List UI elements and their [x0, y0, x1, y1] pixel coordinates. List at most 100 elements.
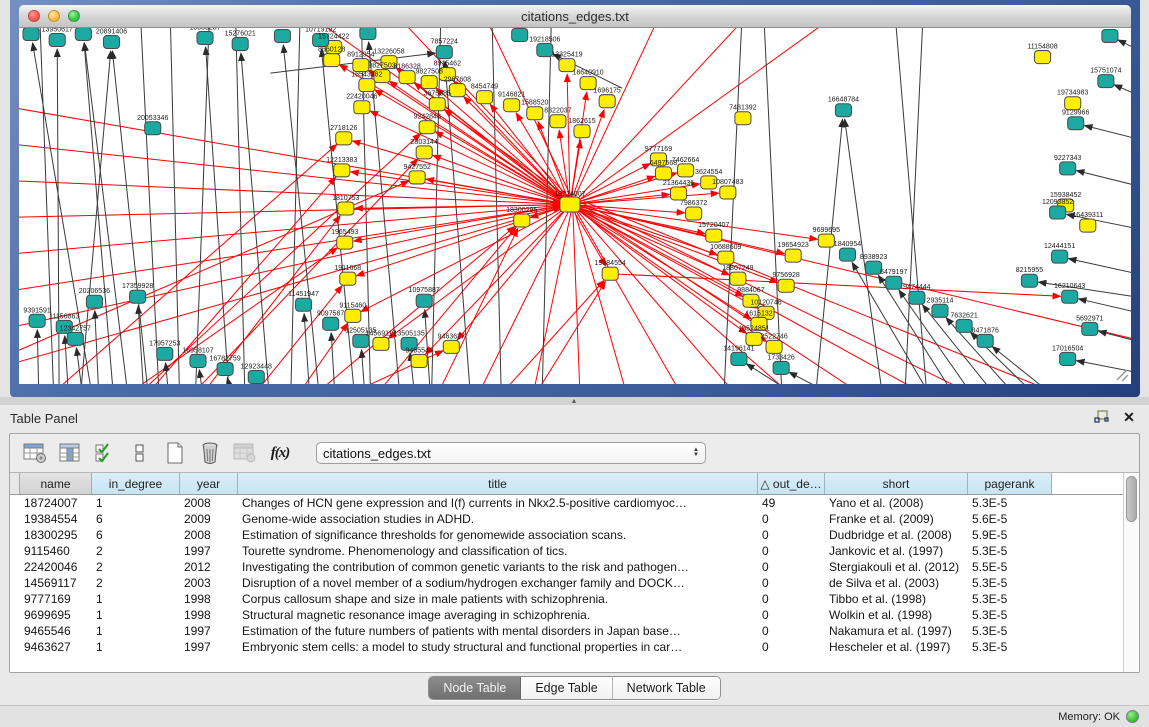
cell-short[interactable]: de Silva et al. (2003) [825, 575, 968, 591]
cell-title[interactable]: Genome-wide association studies in ADHD. [238, 511, 758, 527]
citation-edge[interactable] [1084, 125, 1131, 140]
graph-node[interactable] [449, 84, 465, 97]
graph-node[interactable] [338, 202, 354, 215]
citation-edge[interactable] [570, 92, 587, 204]
graph-node[interactable] [419, 121, 435, 134]
table-scrollbar-thumb[interactable] [1126, 476, 1137, 522]
cell-name[interactable]: 22420046 [20, 559, 92, 575]
cell-year[interactable]: 1997 [180, 623, 238, 639]
table-row[interactable]: 1938455462009Genome-wide association stu… [10, 511, 1123, 527]
graph-node[interactable] [295, 298, 311, 311]
graph-node[interactable] [730, 272, 746, 285]
cell-short[interactable]: Stergiakouli et al. (2012) [825, 559, 968, 575]
tab-edge-table[interactable]: Edge Table [521, 677, 612, 699]
row-height-button[interactable] [127, 440, 153, 466]
graph-node[interactable] [476, 91, 492, 104]
cell-title[interactable]: Embryonic stem cells: a model to study s… [238, 639, 758, 655]
graph-node[interactable] [574, 125, 590, 138]
show-columns-button[interactable] [57, 440, 83, 466]
cell-name[interactable]: 9463627 [20, 639, 92, 655]
graph-node[interactable] [785, 249, 801, 262]
cell-title[interactable]: Disruption of a novel member of a sodium… [238, 575, 758, 591]
graph-node[interactable] [514, 214, 530, 227]
graph-node[interactable] [190, 354, 206, 367]
citation-edge[interactable] [95, 311, 100, 384]
graph-node[interactable] [731, 352, 747, 365]
cell-year[interactable]: 2003 [180, 575, 238, 591]
graph-node[interactable] [839, 248, 855, 261]
cell-short[interactable]: Yano et al. (2008) [825, 495, 968, 511]
cell-year[interactable]: 1998 [180, 591, 238, 607]
graph-node[interactable] [956, 319, 972, 332]
divider-grip-icon[interactable]: ▴ [568, 397, 580, 404]
graph-node[interactable] [527, 107, 543, 120]
column-header-name[interactable]: name [20, 473, 92, 494]
cell-in_degree[interactable]: 2 [92, 575, 180, 591]
cell-in_degree[interactable]: 1 [92, 591, 180, 607]
column-header-pagerank[interactable]: pagerank [968, 473, 1052, 494]
cell-year[interactable]: 1997 [180, 639, 238, 655]
cell-in_degree[interactable]: 1 [92, 623, 180, 639]
graph-node[interactable] [560, 197, 580, 212]
cell-out_de[interactable]: 49 [758, 495, 825, 511]
cell-out_de[interactable]: 0 [758, 527, 825, 543]
zoom-window-button[interactable] [68, 10, 80, 22]
citation-edge[interactable] [610, 274, 1060, 297]
cell-name[interactable]: 18300295 [20, 527, 92, 543]
select-rows-button[interactable] [92, 440, 118, 466]
citation-edge[interactable] [789, 372, 879, 384]
citation-edge[interactable] [451, 280, 604, 384]
graph-node[interactable] [429, 98, 445, 111]
graph-node[interactable] [1060, 162, 1076, 175]
graph-node[interactable] [157, 347, 173, 360]
citation-edge[interactable] [575, 213, 642, 384]
column-header-in_degree[interactable]: in_degree [92, 473, 180, 494]
graph-node[interactable] [1052, 250, 1068, 263]
cell-name[interactable]: 9465546 [20, 623, 92, 639]
create-column-button[interactable] [162, 440, 188, 466]
citation-edge[interactable] [304, 314, 310, 384]
cell-name[interactable]: 19384554 [20, 511, 92, 527]
citation-edge[interactable] [37, 330, 39, 384]
graph-node[interactable] [67, 332, 83, 345]
cell-out_de[interactable]: 0 [758, 591, 825, 607]
graph-node[interactable] [671, 187, 687, 200]
window-titlebar[interactable]: citations_edges.txt [19, 5, 1131, 28]
column-header-year[interactable]: year [180, 473, 238, 494]
graph-node[interactable] [835, 104, 851, 117]
graph-node[interactable] [1021, 274, 1037, 287]
graph-node[interactable] [436, 46, 452, 59]
citation-edge[interactable] [1068, 259, 1131, 274]
cell-pagerank[interactable]: 5.6E-5 [968, 511, 1052, 527]
cell-in_degree[interactable]: 2 [92, 543, 180, 559]
cell-out_de[interactable]: 0 [758, 607, 825, 623]
cell-year[interactable]: 1998 [180, 607, 238, 623]
graph-node[interactable] [360, 28, 376, 40]
graph-node[interactable] [324, 54, 340, 67]
graph-node[interactable] [773, 361, 789, 374]
cell-in_degree[interactable]: 1 [92, 495, 180, 511]
table-select-dropdown[interactable]: citations_edges.txt ▲▼ [316, 442, 706, 464]
table-row[interactable]: 977716911998Corpus callosum shape and si… [10, 591, 1123, 607]
graph-node[interactable] [1080, 219, 1096, 232]
graph-node[interactable] [720, 186, 736, 199]
table-row[interactable]: 2242004622012Investigating the contribut… [10, 559, 1123, 575]
cell-pagerank[interactable]: 5.3E-5 [968, 543, 1052, 559]
citation-edge[interactable] [140, 28, 160, 384]
cell-short[interactable]: Hescheler et al. (1997) [825, 639, 968, 655]
cell-name[interactable]: 9699695 [20, 607, 92, 623]
graph-node[interactable] [354, 101, 370, 114]
graph-node[interactable] [1062, 290, 1078, 303]
graph-node[interactable] [909, 291, 925, 304]
cell-short[interactable]: Jankovic et al. (1997) [825, 543, 968, 559]
graph-node[interactable] [323, 317, 339, 330]
table-row[interactable]: 1872400712008Changes of HCN gene express… [10, 495, 1123, 511]
tab-node-table[interactable]: Node Table [429, 677, 521, 699]
graph-node[interactable] [29, 314, 45, 327]
graph-node[interactable] [718, 251, 734, 264]
graph-node[interactable] [103, 36, 119, 49]
citation-edge[interactable] [160, 216, 340, 384]
graph-node[interactable] [232, 38, 248, 51]
graph-node[interactable] [248, 370, 264, 383]
close-panel-icon[interactable]: ✕ [1121, 409, 1137, 425]
